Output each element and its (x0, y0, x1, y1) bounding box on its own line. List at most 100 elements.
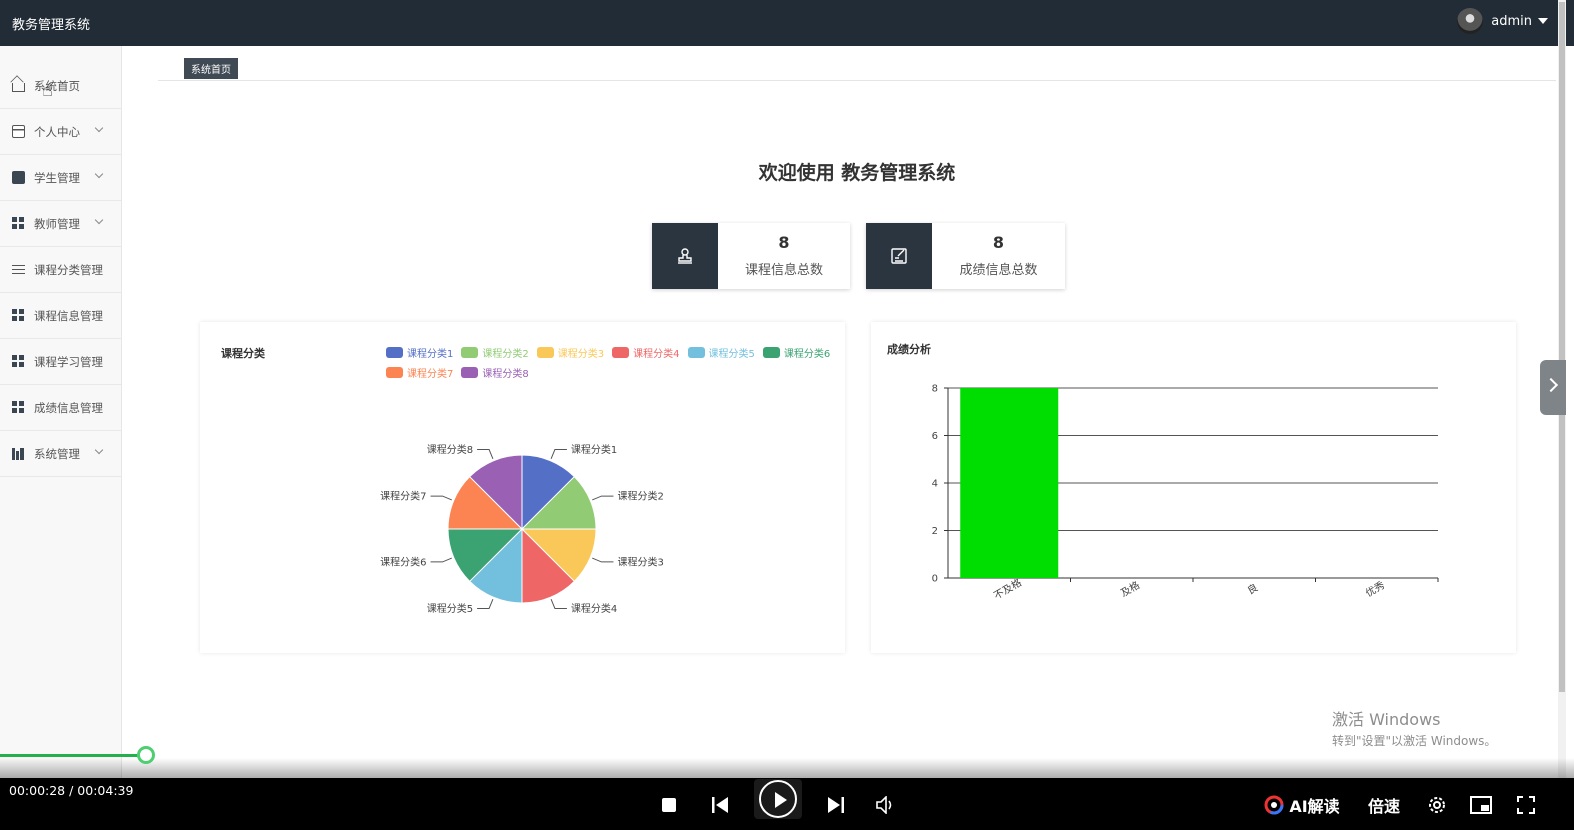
pie-label-line (430, 557, 452, 563)
pie-label-line (477, 449, 494, 459)
video-player-controls: 00:00:28 / 00:04:39 AI解读 倍速 (0, 778, 1574, 830)
sidebar-item-label: 系统管理 (34, 446, 80, 461)
watermark-line2: 转到"设置"以激活 Windows。 (1332, 734, 1497, 748)
speed-button[interactable]: 倍速 (1366, 788, 1402, 822)
next-icon[interactable] (826, 788, 846, 822)
grid-icon (12, 217, 25, 230)
progress-bar[interactable] (0, 754, 146, 757)
stat-value: 8 (778, 233, 790, 252)
sidebar-item-home[interactable]: 系统首页 (0, 63, 121, 109)
sidebar-item-label: 个人中心 (34, 124, 80, 139)
sidebar-item-label: 系统首页 (34, 78, 80, 93)
x-tick-label: 良 (1245, 581, 1260, 597)
sidebar-item-system[interactable]: 系统管理 (0, 431, 121, 477)
edit-icon (866, 223, 932, 289)
picture-in-picture-icon[interactable] (1470, 788, 1492, 822)
y-tick-label: 0 (932, 574, 938, 585)
grid-icon (12, 355, 25, 368)
pie-label: 课程分类7 (380, 490, 426, 503)
pie-label: 课程分类2 (617, 490, 663, 503)
pie-label: 课程分类4 (571, 602, 617, 615)
stamp-icon (652, 223, 718, 289)
pie-label: 课程分类5 (427, 602, 473, 615)
breadcrumb-divider (158, 80, 1556, 81)
ai-label: AI解读 (1289, 797, 1340, 816)
user-name[interactable]: admin (1491, 14, 1532, 29)
pie-label-line (430, 495, 452, 501)
hand-cursor-icon: ☝ (42, 80, 53, 101)
stat-card-grades: 8 成绩信息总数 (866, 223, 1065, 289)
play-button[interactable] (754, 779, 802, 819)
grid-icon (12, 401, 25, 414)
pie-label: 课程分类1 (571, 443, 617, 456)
app-title: 教务管理系统 (12, 17, 91, 33)
chevron-right-icon (1543, 377, 1559, 393)
player-fade (0, 758, 1574, 780)
pie-chart: 课程分类1 课程分类2 课程分类3 课程分类4 课程分类5 课程分类6 课程分类7 课程分类8 (380, 443, 664, 615)
y-tick-label: 4 (932, 479, 938, 490)
pie-label-line (592, 557, 614, 563)
sidebar-item-personal-center[interactable]: 个人中心 (0, 109, 121, 155)
bar[interactable] (960, 388, 1059, 578)
top-bar: 教务管理系统 admin (0, 0, 1574, 46)
previous-icon[interactable] (710, 788, 730, 822)
ai-interpret-button[interactable]: AI解读 (1262, 788, 1342, 822)
grid-icon (12, 309, 25, 322)
breadcrumb[interactable]: 系统首页 (184, 58, 238, 79)
playback-time: 00:00:28 / 00:04:39 (9, 783, 134, 798)
chevron-down-icon (94, 123, 104, 133)
chevron-down-icon (94, 215, 104, 225)
x-tick-label: 及格 (1118, 578, 1142, 599)
watermark-line1: 激活 Windows (1332, 710, 1441, 729)
sliders-icon (12, 263, 25, 276)
bar-chart: 0 2 4 6 8 不及格 及格 良 优秀 (932, 384, 1439, 602)
card-icon (12, 125, 25, 138)
welcome-heading: 欢迎使用 教务管理系统 (758, 162, 956, 184)
x-tick-label: 优秀 (1363, 578, 1387, 599)
sidebar-item-label: 成绩信息管理 (34, 400, 103, 415)
stat-label: 成绩信息总数 (959, 263, 1038, 278)
pie-label-line (592, 495, 614, 501)
pie-label: 课程分类6 (380, 555, 426, 568)
stop-icon[interactable] (659, 788, 679, 822)
bars-icon (12, 447, 25, 460)
ai-logo-icon (1264, 795, 1284, 815)
y-tick-label: 6 (932, 431, 938, 442)
pie-label-line (550, 599, 567, 609)
stat-label: 课程信息总数 (744, 263, 823, 278)
stat-card-courses: 8 课程信息总数 (652, 223, 850, 289)
sidebar-menu: 系统首页 个人中心 学生管理 教师管理 课程分类管理 课程信息管理 课程学习管理… (0, 63, 121, 477)
side-expand-button[interactable] (1540, 360, 1566, 415)
home-icon (12, 83, 25, 92)
sidebar-item-label: 教师管理 (34, 216, 80, 231)
user-menu[interactable]: admin (1457, 8, 1548, 34)
sidebar-item-course-info[interactable]: 课程信息管理 (0, 293, 121, 339)
pie-label: 课程分类3 (617, 555, 663, 568)
volume-icon[interactable] (876, 788, 896, 822)
windows-activation-watermark: 激活 Windows 转到"设置"以激活 Windows。 (1332, 706, 1496, 749)
y-tick-label: 2 (932, 526, 938, 537)
x-tick-label: 不及格 (991, 576, 1023, 602)
play-icon (759, 780, 797, 818)
chevron-down-icon (94, 445, 104, 455)
caret-down-icon[interactable] (1538, 18, 1548, 24)
settings-icon[interactable] (1426, 788, 1448, 822)
fullscreen-icon[interactable] (1515, 788, 1537, 822)
sidebar: 系统首页 个人中心 学生管理 教师管理 课程分类管理 课程信息管理 课程学习管理… (0, 46, 122, 780)
progress-knob[interactable] (137, 746, 155, 764)
sidebar-item-label: 课程学习管理 (34, 354, 103, 369)
pie-label-line (477, 599, 494, 609)
y-tick-label: 8 (932, 384, 938, 395)
sidebar-item-teachers[interactable]: 教师管理 (0, 201, 121, 247)
pie-label-line (550, 449, 567, 459)
course-category-chart-panel: 课程分类 课程分类1 课程分类2 课程分类3 课程分类4 课程分类5 课程分类6 课程分类7… (200, 322, 845, 653)
scrollbar-thumb[interactable] (1559, 2, 1565, 692)
grade-analysis-chart-panel: 成绩分析 0 2 4 6 8 不及格 及格良优秀 (871, 322, 1516, 653)
sidebar-item-course-category[interactable]: 课程分类管理 (0, 247, 121, 293)
sidebar-item-course-study[interactable]: 课程学习管理 (0, 339, 121, 385)
stat-value: 8 (992, 233, 1005, 252)
sidebar-item-grades[interactable]: 成绩信息管理 (0, 385, 121, 431)
sidebar-item-label: 课程信息管理 (34, 308, 103, 323)
avatar[interactable] (1457, 8, 1484, 34)
sidebar-item-label: 课程分类管理 (34, 262, 103, 277)
